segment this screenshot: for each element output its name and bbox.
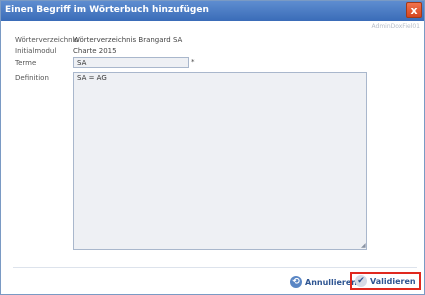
term-input[interactable]: SA (73, 57, 189, 68)
close-button[interactable]: x (406, 2, 422, 18)
required-mark: * (191, 58, 195, 66)
module-label: Initialmodul (15, 47, 57, 55)
dictionary-value: Wörterverzeichnis Brangard SA (73, 36, 183, 44)
dialog-window: Einen Begriff im Wörterbuch hinzufügen x… (0, 0, 425, 295)
close-icon: x (410, 4, 418, 17)
dialog-title: Einen Begriff im Wörterbuch hinzufügen (5, 5, 209, 15)
term-input-value: SA (77, 59, 87, 67)
resize-grip-icon[interactable]: ◢ (361, 242, 366, 249)
definition-textarea[interactable]: SA = AG (73, 72, 367, 250)
form-id-label: AdminDoxFiel01 (371, 23, 420, 30)
definition-textarea-value: SA = AG (77, 74, 107, 82)
definition-label: Definition (15, 74, 49, 82)
cancel-button[interactable]: ⟲ Annullieren (290, 273, 357, 291)
validate-button[interactable]: ✔ Validieren (350, 272, 421, 290)
dictionary-label: Wörterverzeichnis (15, 36, 79, 44)
footer-divider (13, 267, 417, 268)
module-value: Charte 2015 (73, 47, 117, 55)
title-bar[interactable]: Einen Begriff im Wörterbuch hinzufügen x (1, 1, 424, 21)
term-label: Terme (15, 59, 37, 67)
cancel-icon: ⟲ (290, 276, 302, 288)
checkmark-icon: ✔ (355, 275, 367, 287)
validate-button-label: Validieren (370, 276, 416, 286)
